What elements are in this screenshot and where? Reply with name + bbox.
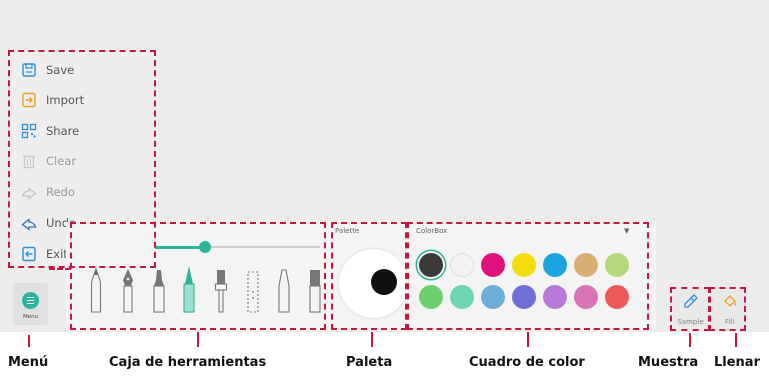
color-swatch[interactable] xyxy=(512,253,536,277)
paint-bucket-icon xyxy=(724,295,737,307)
brush-tool[interactable] xyxy=(213,266,229,316)
menu-button[interactable]: Menu xyxy=(13,283,48,325)
color-swatch[interactable] xyxy=(543,253,567,277)
crayon-tool[interactable] xyxy=(307,266,323,316)
caption-sample: Muestra xyxy=(638,355,699,370)
palette-pointer xyxy=(371,332,373,347)
caption-colorbox: Cuadro de color xyxy=(469,355,585,370)
color-swatch[interactable] xyxy=(419,253,443,277)
menu-button-label: Menu xyxy=(22,314,39,320)
menu-item-label: Redo xyxy=(46,185,75,199)
color-swatch[interactable] xyxy=(481,253,505,277)
highlighter-tool[interactable] xyxy=(181,266,197,316)
fill-button[interactable]: Fill xyxy=(712,287,747,327)
import-icon xyxy=(21,92,37,108)
color-swatch[interactable] xyxy=(419,285,443,309)
menu-item-label: Clear xyxy=(46,154,77,168)
calligraphy-pen-icon xyxy=(278,269,290,313)
eyedropper-icon xyxy=(684,294,698,308)
fill-pointer xyxy=(735,333,737,347)
fountain-pen-tool[interactable] xyxy=(120,266,136,316)
menu-item-label: Share xyxy=(46,124,80,138)
menu-item-label: Save xyxy=(46,63,75,77)
menu-item-clear[interactable]: Clear xyxy=(21,149,76,173)
caption-menu: Menú xyxy=(8,355,49,370)
sample-button[interactable]: Sample xyxy=(673,287,708,327)
colorbox-pointer xyxy=(527,332,529,347)
color-swatch[interactable] xyxy=(574,285,598,309)
color-swatch[interactable] xyxy=(543,285,567,309)
toolbox-pointer xyxy=(197,332,199,347)
color-swatch[interactable] xyxy=(605,253,629,277)
menu-icon xyxy=(22,292,39,309)
current-color-dot[interactable] xyxy=(371,269,397,295)
brush-icon xyxy=(214,270,228,313)
fill-label: Fill xyxy=(724,318,735,326)
menu-item-label: Import xyxy=(46,93,85,107)
color-swatch[interactable] xyxy=(512,285,536,309)
highlighter-icon xyxy=(183,266,195,313)
brush-size-slider-thumb[interactable] xyxy=(199,241,211,253)
sample-label: Sample xyxy=(677,318,704,326)
menu-item-redo[interactable]: Redo xyxy=(21,180,75,204)
sample-pointer xyxy=(689,333,691,347)
menu-pointer xyxy=(28,335,30,347)
exit-icon xyxy=(21,246,37,262)
undo-icon xyxy=(21,215,37,231)
color-swatch[interactable] xyxy=(481,285,505,309)
menu-item-import[interactable]: Import xyxy=(21,88,84,112)
save-icon xyxy=(21,62,37,78)
menu-item-save[interactable]: Save xyxy=(21,58,74,82)
menu-item-share[interactable]: Share xyxy=(21,119,79,143)
pencil-icon xyxy=(90,267,102,313)
colorbox-label: ColorBox xyxy=(416,227,448,235)
colorbox-dropdown-caret[interactable]: ▼ xyxy=(624,227,629,235)
marker-tool[interactable] xyxy=(151,266,167,316)
menu-item-exit[interactable]: Exit xyxy=(21,242,68,266)
eraser-block-tool[interactable] xyxy=(245,266,261,316)
marker-icon xyxy=(153,270,165,313)
calligraphy-pen-tool[interactable] xyxy=(276,266,292,316)
pencil-tool[interactable] xyxy=(88,266,104,316)
color-swatch[interactable] xyxy=(450,285,474,309)
brush-size-slider-fill xyxy=(155,246,205,249)
caption-fill: Llenar xyxy=(714,355,760,370)
clear-icon xyxy=(21,153,37,169)
palette-label: Palette xyxy=(335,227,360,235)
share-icon xyxy=(21,123,37,139)
redo-icon xyxy=(21,184,37,200)
color-swatch[interactable] xyxy=(574,253,598,277)
color-swatch[interactable] xyxy=(605,285,629,309)
crayon-icon xyxy=(309,270,321,313)
caption-toolbox: Caja de herramientas xyxy=(109,355,267,370)
menu-item-label: Exit xyxy=(46,247,68,261)
fountain-pen-icon xyxy=(123,269,133,313)
caption-palette: Paleta xyxy=(346,355,393,370)
eraser-block-icon xyxy=(247,271,259,313)
color-swatch[interactable] xyxy=(450,253,474,277)
